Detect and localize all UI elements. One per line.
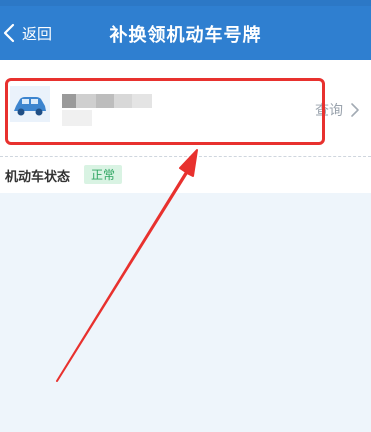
nav-header: 返回 补换领机动车号牌 xyxy=(0,6,371,60)
status-badge: 正常 xyxy=(84,165,123,184)
vehicle-card[interactable]: 查询 xyxy=(0,60,371,157)
vehicle-status-row: 机动车状态 正常 xyxy=(0,157,371,193)
car-icon xyxy=(10,86,50,122)
page-title: 补换领机动车号牌 xyxy=(109,25,262,46)
status-label: 机动车状态 xyxy=(5,170,71,185)
query-link[interactable]: 查询 xyxy=(315,100,361,120)
query-label: 查询 xyxy=(315,103,343,119)
chevron-right-icon xyxy=(351,103,359,117)
plate-number-redacted xyxy=(62,90,154,128)
